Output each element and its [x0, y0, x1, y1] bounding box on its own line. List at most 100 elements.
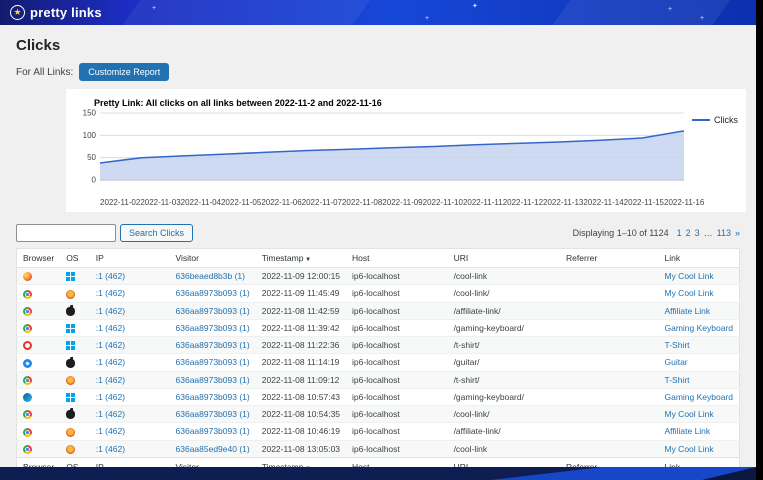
pretty-links-logo: ★ pretty links [10, 5, 102, 20]
ip-link[interactable]: :1 (462) [96, 357, 125, 367]
table-row: :1 (462) 636aa8973b093 (1) 2022-11-08 11… [17, 337, 740, 354]
table-row: :1 (462) 636aa8973b093 (1) 2022-11-09 11… [17, 285, 740, 302]
visitor-link[interactable]: 636aa8973b093 (1) [176, 426, 250, 436]
link-name-link[interactable]: Guitar [664, 357, 687, 367]
referrer-cell [560, 406, 658, 423]
link-name-link[interactable]: Gaming Keyboard [664, 323, 733, 333]
table-row: :1 (462) 636aa8973b093 (1) 2022-11-08 10… [17, 388, 740, 405]
visitor-link[interactable]: 636beaed8b3b (1) [176, 271, 245, 281]
page-link[interactable]: 113 [717, 228, 731, 238]
ip-link[interactable]: :1 (462) [96, 375, 125, 385]
legend-line-swatch [692, 119, 710, 121]
column-header-browser[interactable]: Browser [17, 249, 61, 268]
referrer-cell [560, 354, 658, 371]
link-name-link[interactable]: My Cool Link [664, 288, 713, 298]
table-row: :1 (462) 636aa8973b093 (1) 2022-11-08 11… [17, 354, 740, 371]
ip-link[interactable]: :1 (462) [96, 271, 125, 281]
column-header-host[interactable]: Host [346, 249, 448, 268]
app-window: + + ✦ + + ★ pretty links Clicks For All … [0, 0, 756, 480]
ip-link[interactable]: :1 (462) [96, 409, 125, 419]
ip-link[interactable]: :1 (462) [96, 444, 125, 454]
host-cell: ip6-localhost [346, 319, 448, 336]
referrer-cell [560, 388, 658, 405]
column-header-timestamp[interactable]: Timestamp ▼ [256, 249, 346, 268]
referrer-cell [560, 440, 658, 457]
table-row: :1 (462) 636aa8973b093 (1) 2022-11-08 11… [17, 302, 740, 319]
page-link[interactable]: 2 [686, 228, 691, 238]
page-link[interactable]: 1 [677, 228, 682, 238]
ip-link[interactable]: :1 (462) [96, 392, 125, 402]
uri-cell: /gaming-keyboard/ [448, 388, 560, 405]
host-cell: ip6-localhost [346, 371, 448, 388]
host-cell: ip6-localhost [346, 406, 448, 423]
referrer-cell [560, 319, 658, 336]
chrome-icon [23, 376, 32, 385]
windows-icon [66, 341, 75, 350]
uri-cell: /affiliate-link/ [448, 423, 560, 440]
visitor-link[interactable]: 636aa8973b093 (1) [176, 357, 250, 367]
svg-text:100: 100 [83, 131, 97, 140]
link-name-link[interactable]: Gaming Keyboard [664, 392, 733, 402]
linux-icon [66, 376, 75, 385]
page-link[interactable]: 3 [695, 228, 700, 238]
visitor-link[interactable]: 636aa8973b093 (1) [176, 340, 250, 350]
link-name-link[interactable]: T-Shirt [664, 375, 689, 385]
column-header-link[interactable]: Link [658, 249, 739, 268]
visitor-link[interactable]: 636aa8973b093 (1) [176, 323, 250, 333]
ip-link[interactable]: :1 (462) [96, 288, 125, 298]
link-name-link[interactable]: My Cool Link [664, 444, 713, 454]
chrome-icon [23, 410, 32, 419]
ip-link[interactable]: :1 (462) [96, 323, 125, 333]
sparkle-icon: + [425, 15, 429, 22]
ip-link[interactable]: :1 (462) [96, 306, 125, 316]
visitor-link[interactable]: 636aa8973b093 (1) [176, 306, 250, 316]
search-clicks-button[interactable]: Search Clicks [120, 224, 193, 242]
table-row: :1 (462) 636beaed8b3b (1) 2022-11-09 12:… [17, 268, 740, 285]
ip-link[interactable]: :1 (462) [96, 340, 125, 350]
x-tick-label: 2022-11-09 [382, 198, 422, 207]
visitor-link[interactable]: 636aa8973b093 (1) [176, 409, 250, 419]
sparkle-icon: + [668, 6, 672, 13]
link-name-link[interactable]: Affiliate Link [664, 306, 710, 316]
uri-cell: /t-shirt/ [448, 371, 560, 388]
x-tick-label: 2022-11-08 [342, 198, 382, 207]
clicks-table: BrowserOSIPVisitorTimestamp ▼HostURIRefe… [16, 248, 740, 477]
customize-report-button[interactable]: Customize Report [79, 63, 169, 81]
x-tick-label: 2022-11-04 [181, 198, 221, 207]
legend-label: Clicks [714, 115, 738, 125]
link-name-link[interactable]: My Cool Link [664, 271, 713, 281]
timestamp-cell: 2022-11-09 11:45:49 [256, 285, 346, 302]
next-pages-link[interactable]: » [735, 228, 740, 238]
visitor-link[interactable]: 636aa85ed9e40 (1) [176, 444, 250, 454]
brand-header-bar: + + ✦ + + ★ pretty links [0, 0, 756, 25]
column-header-os[interactable]: OS [60, 249, 90, 268]
visitor-link[interactable]: 636aa8973b093 (1) [176, 288, 250, 298]
column-header-uri[interactable]: URI [448, 249, 560, 268]
column-header-ip[interactable]: IP [90, 249, 170, 268]
column-header-visitor[interactable]: Visitor [170, 249, 256, 268]
link-name-link[interactable]: My Cool Link [664, 409, 713, 419]
search-input[interactable] [16, 224, 116, 242]
link-name-link[interactable]: Affiliate Link [664, 426, 710, 436]
column-header-referrer[interactable]: Referrer [560, 249, 658, 268]
timestamp-cell: 2022-11-08 10:57:43 [256, 388, 346, 405]
ip-link[interactable]: :1 (462) [96, 426, 125, 436]
table-row: :1 (462) 636aa8973b093 (1) 2022-11-08 10… [17, 423, 740, 440]
visitor-link[interactable]: 636aa8973b093 (1) [176, 375, 250, 385]
x-tick-label: 2022-11-03 [140, 198, 180, 207]
table-row: :1 (462) 636aa8973b093 (1) 2022-11-08 11… [17, 319, 740, 336]
referrer-cell [560, 337, 658, 354]
uri-cell: /cool-link [448, 268, 560, 285]
chrome-icon [23, 428, 32, 437]
linux-icon [66, 290, 75, 299]
link-name-link[interactable]: T-Shirt [664, 340, 689, 350]
chart-x-labels: 2022-11-022022-11-032022-11-042022-11-05… [100, 198, 684, 207]
host-cell: ip6-localhost [346, 388, 448, 405]
visitor-link[interactable]: 636aa8973b093 (1) [176, 392, 250, 402]
apple-icon [66, 307, 75, 316]
opera-icon [23, 341, 32, 350]
linux-icon [66, 428, 75, 437]
svg-text:150: 150 [83, 109, 97, 118]
sort-desc-icon: ▼ [303, 257, 311, 263]
page-ellipsis: … [704, 228, 713, 238]
